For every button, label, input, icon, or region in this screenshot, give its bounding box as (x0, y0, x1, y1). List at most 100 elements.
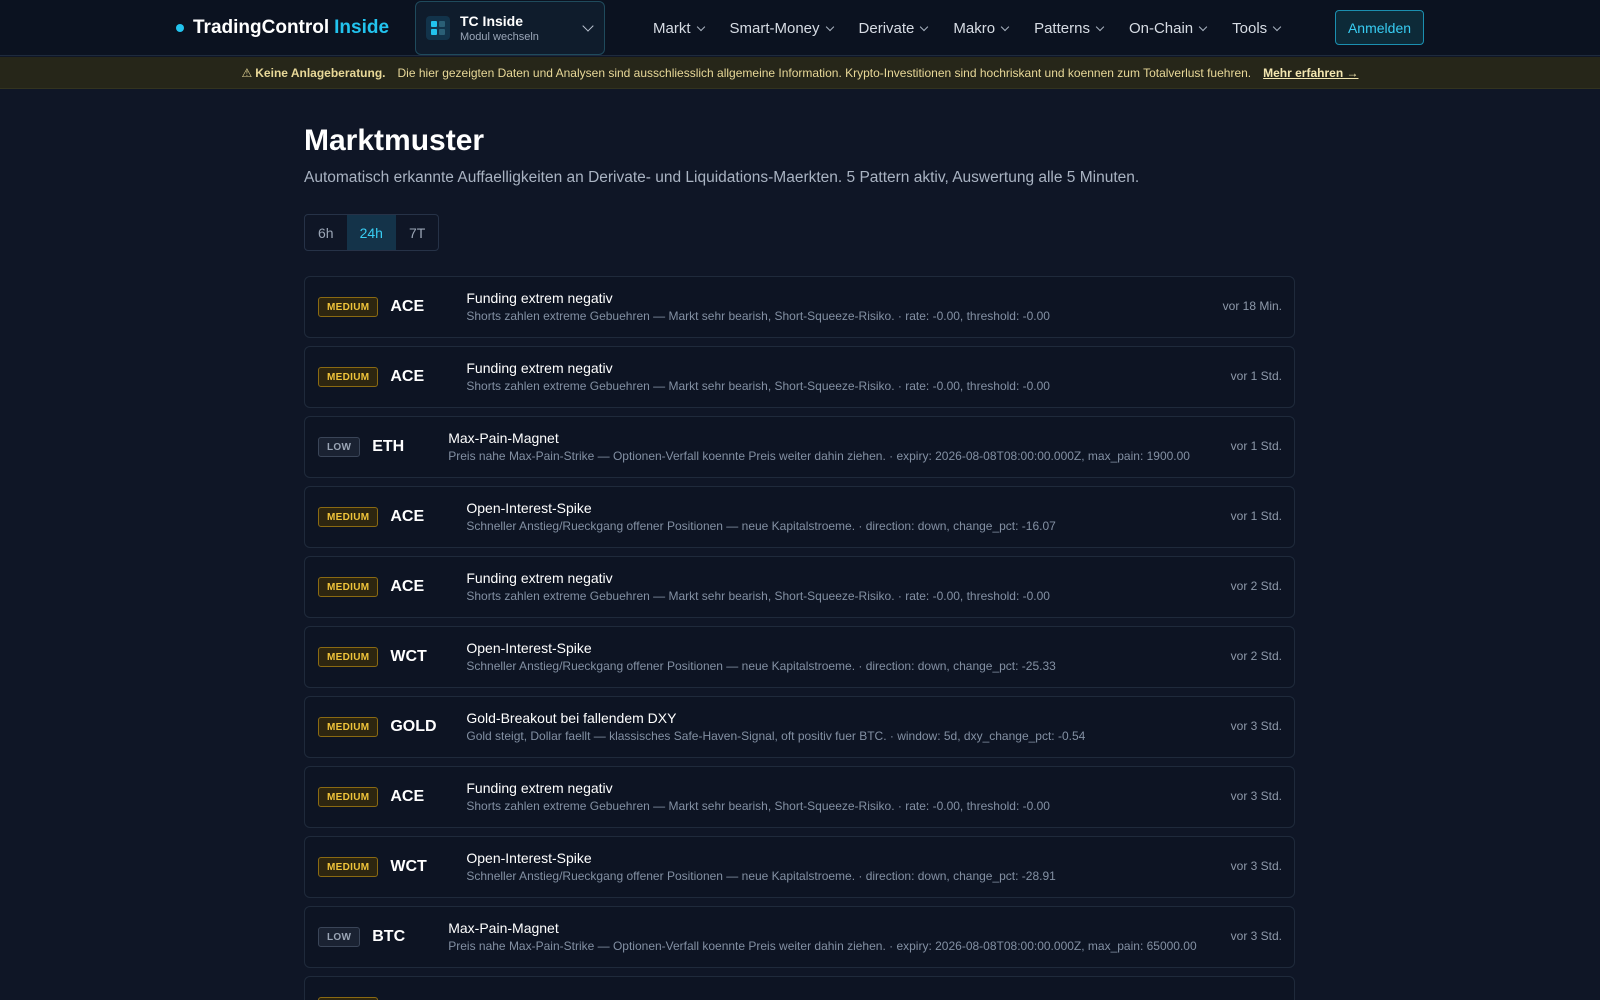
pattern-title: Funding extrem negativ (466, 780, 613, 796)
pattern-row[interactable]: MEDIUM GOLD Gold-Breakout bei fallendem DX… (304, 696, 1295, 758)
module-title: TC Inside (460, 12, 524, 29)
chevron-down-icon (920, 22, 929, 31)
time-range-selector: 6h 24h 7T (304, 214, 440, 251)
nav-item-derivate[interactable]: Derivate (858, 19, 929, 37)
pattern-description: Schneller Anstieg/Rueckgang offener Posi… (466, 519, 1056, 533)
pattern-info: Funding extrem negativ Shorts zahlen extr… (466, 569, 1050, 605)
pattern-row[interactable]: MEDIUM ACE Open-Interest-Spike Schneller An… (304, 486, 1295, 548)
learn-more-link[interactable]: Mehr erfahren → (1263, 66, 1358, 80)
pattern-description: Gold steigt, Dollar faellt — klassisches… (466, 729, 1086, 743)
range-7t-button[interactable]: 7T (396, 215, 438, 250)
pattern-row[interactable]: MEDIUM ACE Funding extrem negativ Shorts za… (304, 766, 1295, 828)
severity-badge: LOW (318, 927, 361, 947)
range-6h-button[interactable]: 6h (305, 215, 347, 250)
top-navigation-bar: TradingControl Inside TC Inside Modul we… (0, 0, 1600, 56)
asset-symbol: WCT (390, 648, 427, 665)
pattern-description: Schneller Anstieg/Rueckgang offener Posi… (466, 659, 1056, 673)
pattern-description: Preis nahe Max-Pain-Strike — Optionen-Ve… (448, 449, 1190, 463)
pattern-description: Shorts zahlen extreme Gebuehren — Markt … (466, 589, 1050, 603)
pattern-title: Open-Interest-Spike (466, 850, 592, 866)
login-button[interactable]: Anmelden (1335, 10, 1424, 45)
pattern-description: Shorts zahlen extreme Gebuehren — Markt … (466, 379, 1050, 393)
asset-symbol: GOLD (390, 718, 437, 735)
brand-accent: Inside (334, 17, 390, 38)
severity-badge: MEDIUM (318, 787, 379, 807)
asset-symbol: BTC (372, 928, 406, 945)
pattern-title: Max-Pain-Magnet (448, 920, 559, 936)
nav-item-makro[interactable]: Makro (953, 19, 1010, 37)
pattern-info: Open-Interest-Spike Schneller Anstieg/Rue… (466, 849, 1055, 885)
severity-badge: MEDIUM (318, 507, 379, 527)
pattern-timestamp: vor 18 Min. (1222, 299, 1282, 313)
pattern-timestamp: vor 3 Std. (1230, 719, 1282, 733)
pattern-timestamp: vor 1 Std. (1230, 439, 1282, 453)
disclaimer-text: Die hier gezeigten Daten und Analysen si… (397, 65, 1252, 80)
pattern-title: Max-Pain-Magnet (448, 430, 559, 446)
asset-symbol: ACE (390, 298, 425, 315)
page-title: Marktmuster (304, 124, 485, 157)
asset-symbol: WCT (390, 858, 427, 875)
pattern-description: Schneller Anstieg/Rueckgang offener Posi… (466, 869, 1056, 883)
nav-label: Derivate (858, 19, 915, 37)
pattern-info: Max-Pain-Magnet Preis nahe Max-Pain-Strik… (448, 429, 1190, 465)
severity-badge: LOW (318, 437, 361, 457)
pattern-row[interactable]: MEDIUM ACE Funding extrem negativ Shorts za… (304, 556, 1295, 618)
pattern-timestamp: vor 2 Std. (1230, 649, 1282, 663)
main-nav: Markt Smart-Money Derivate Makro Pattern… (653, 0, 1306, 56)
disclaimer-label-text: Keine Anlageberatung. (255, 65, 386, 80)
range-24h-button[interactable]: 24h (346, 215, 396, 250)
nav-label: Smart-Money (729, 19, 820, 37)
asset-symbol: ACE (390, 508, 425, 525)
disclaimer-banner: ⚠ Keine Anlageberatung. Die hier gezeigt… (0, 57, 1600, 89)
module-subtitle: Modul wechseln (460, 30, 539, 43)
nav-label: On-Chain (1128, 19, 1194, 37)
pattern-info: Funding extrem negativ Shorts zahlen extr… (466, 289, 1050, 325)
pattern-row[interactable]: LOW BTC Max-Pain-Magnet Preis nahe Max-Pain… (304, 906, 1295, 968)
severity-badge: MEDIUM (318, 717, 379, 737)
pattern-row[interactable]: MEDIUM ACE Funding extrem negativ Shorts za… (304, 276, 1295, 338)
nav-label: Makro (953, 19, 996, 37)
chevron-down-icon (1198, 22, 1208, 31)
pattern-row[interactable]: LOW ETH Max-Pain-Magnet Preis nahe Max-Pain… (304, 416, 1295, 478)
pattern-timestamp: vor 3 Std. (1230, 859, 1282, 873)
pattern-title: Open-Interest-Spike (466, 640, 592, 656)
pattern-description: Preis nahe Max-Pain-Strike — Optionen-Ve… (448, 939, 1197, 953)
nav-item-smart-money[interactable]: Smart-Money (729, 19, 834, 37)
pattern-timestamp: vor 3 Std. (1230, 929, 1282, 943)
brand-name: TradingControl (193, 17, 330, 38)
nav-item-on-chain[interactable]: On-Chain (1128, 19, 1208, 37)
pattern-description: Shorts zahlen extreme Gebuehren — Markt … (466, 799, 1050, 813)
nav-label: Patterns (1034, 19, 1090, 37)
pattern-title: Open-Interest-Spike (466, 500, 592, 516)
pattern-info: Funding extrem negativ Shorts zahlen extr… (466, 779, 1050, 815)
pattern-timestamp: vor 1 Std. (1230, 369, 1282, 383)
chevron-down-icon (582, 20, 594, 32)
severity-badge: MEDIUM (318, 577, 379, 597)
nav-item-markt[interactable]: Markt (653, 19, 705, 37)
chevron-down-icon (1095, 22, 1105, 31)
module-switcher[interactable]: TC Inside Modul wechseln (415, 1, 605, 55)
pattern-info: Max-Pain-Magnet Preis nahe Max-Pain-Strik… (448, 919, 1196, 955)
pattern-info: Open-Interest-Spike Schneller Anstieg/Rue… (466, 499, 1055, 535)
nav-label: Markt (653, 19, 691, 37)
severity-badge: MEDIUM (318, 367, 379, 387)
asset-symbol: ACE (390, 788, 425, 805)
page-subtitle: Automatisch erkannte Auffaelligkeiten an… (304, 169, 1140, 186)
nav-item-patterns[interactable]: Patterns (1034, 19, 1105, 37)
severity-badge: MEDIUM (318, 297, 379, 317)
pattern-row[interactable]: MEDIUM WCT Open-Interest-Spike Schneller An… (304, 626, 1295, 688)
module-grid-icon (426, 16, 450, 40)
chevron-down-icon (1000, 22, 1010, 31)
pattern-title: Funding extrem negativ (466, 570, 613, 586)
pattern-list: MEDIUM ACE Funding extrem negativ Shorts za… (304, 276, 1295, 1000)
pattern-row[interactable]: MEDIUM ACE Funding extrem negativ Shorts za… (304, 346, 1295, 408)
nav-label: Tools (1232, 19, 1268, 37)
nav-item-tools[interactable]: Tools (1232, 19, 1282, 37)
chevron-down-icon (1272, 22, 1282, 31)
brand-logo[interactable]: TradingControl Inside (176, 16, 389, 40)
pattern-title: Funding extrem negativ (466, 290, 613, 306)
pattern-row[interactable]: MEDIUM WCT Open-Interest-Spike Schneller An… (304, 836, 1295, 898)
warning-icon: ⚠ (241, 65, 253, 80)
pattern-info: Open-Interest-Spike Schneller Anstieg/Rue… (466, 639, 1055, 675)
pattern-row[interactable]: MEDIUMOpen-Interest-Spike (304, 976, 1295, 1000)
